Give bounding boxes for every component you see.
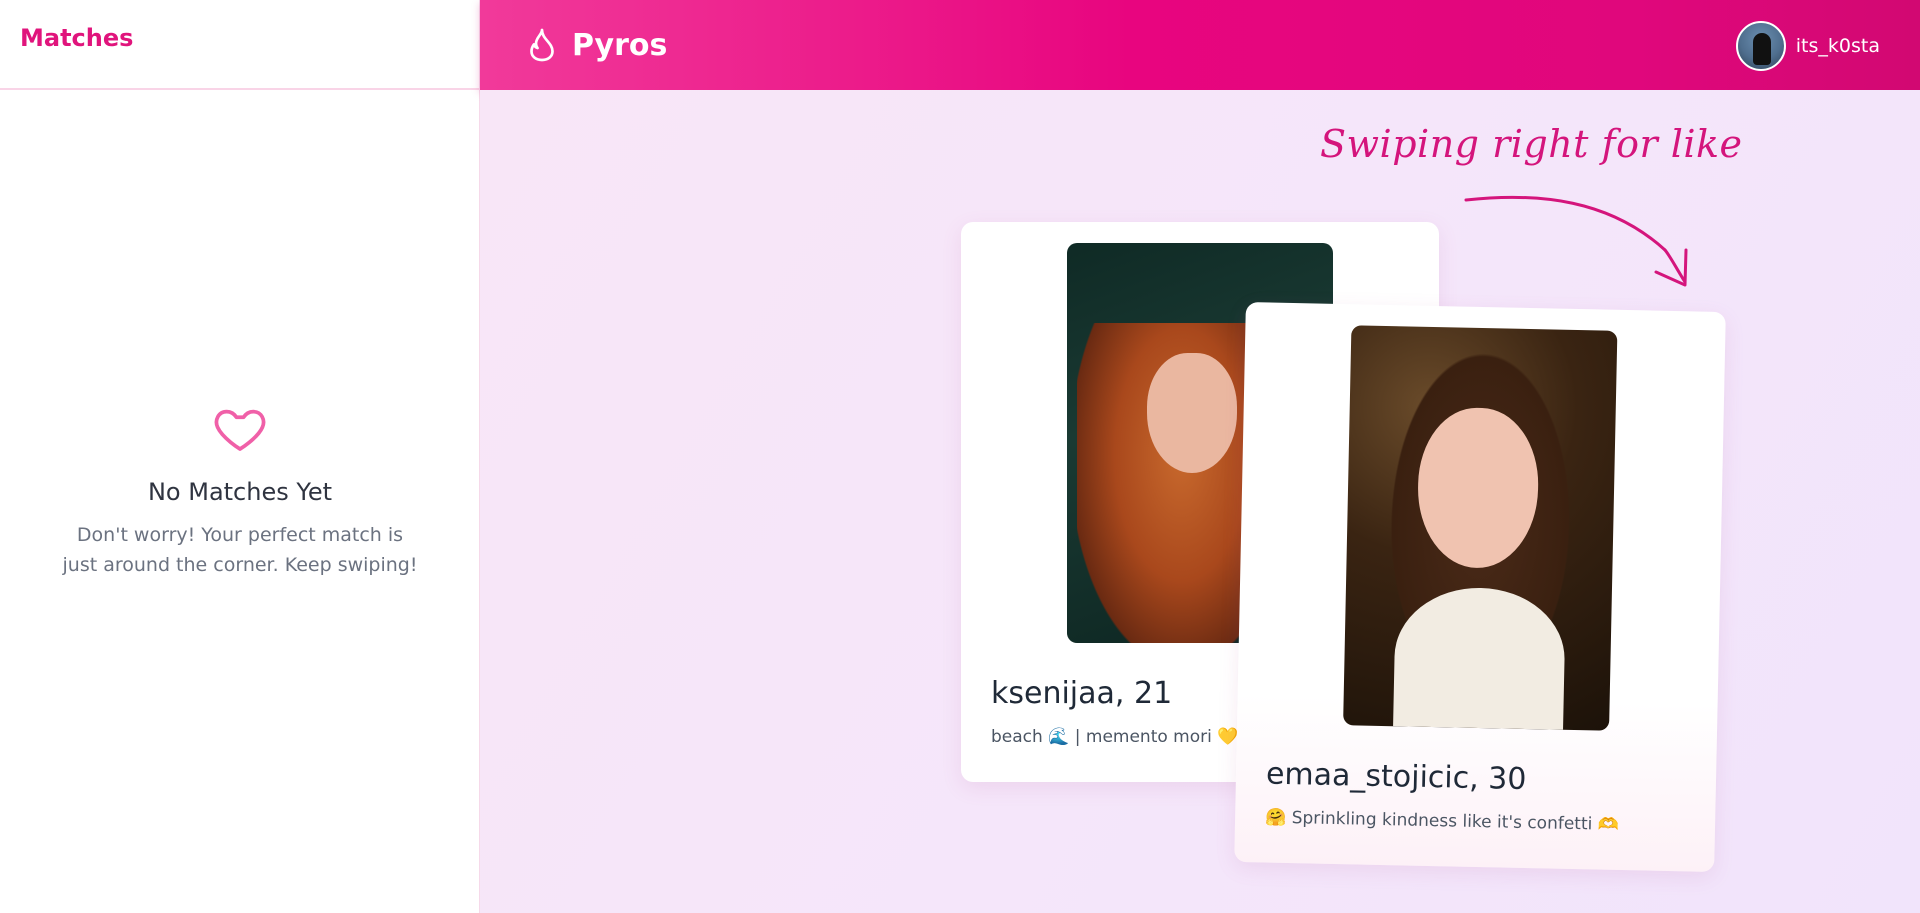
avatar[interactable] bbox=[1735, 21, 1786, 71]
user-menu[interactable]: its_k0sta bbox=[1735, 21, 1880, 71]
sidebar-title: Matches bbox=[20, 24, 134, 52]
profile-name-age: emaa_stojicic, 30 bbox=[1265, 756, 1527, 798]
top-navbar: Pyros its_k0sta bbox=[480, 0, 1920, 90]
profile-bio: beach 🌊 | memento mori 💛 💗 bbox=[991, 727, 1265, 747]
username[interactable]: its_k0sta bbox=[1796, 35, 1880, 57]
heart-outline-icon bbox=[214, 409, 266, 451]
empty-state-title: No Matches Yet bbox=[147, 478, 333, 506]
profile-card-emaa[interactable]: emaa_stojicic, 30 🤗 Sprinkling kindness … bbox=[1234, 302, 1726, 872]
empty-state-text: Don't worry! Your perfect match is just … bbox=[62, 524, 418, 576]
matches-sidebar: Matches No Matches Yet Don't worry! Your… bbox=[0, 0, 480, 913]
sidebar-header: Matches bbox=[0, 0, 479, 90]
empty-matches-state: No Matches Yet Don't worry! Your perfect… bbox=[0, 400, 480, 580]
swipe-hint-text: Swiping right for like bbox=[1320, 122, 1743, 166]
profile-bio: 🤗 Sprinkling kindness like it's confetti… bbox=[1264, 807, 1620, 835]
curved-arrow-icon bbox=[1464, 195, 1688, 287]
profile-photo bbox=[1343, 325, 1618, 731]
brand-name: Pyros bbox=[572, 27, 668, 63]
profile-name-age: ksenijaa, 21 bbox=[991, 676, 1173, 711]
brand-logo[interactable]: Pyros bbox=[524, 26, 667, 64]
flame-icon bbox=[530, 28, 554, 62]
